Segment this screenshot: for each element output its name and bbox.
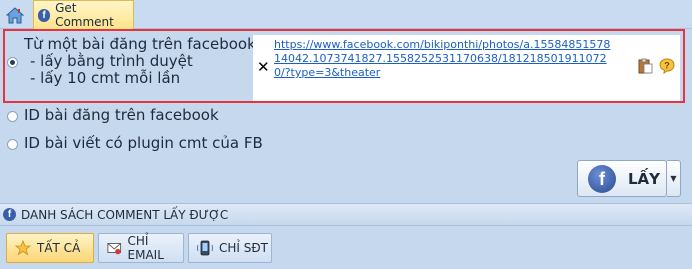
svg-text:?: ? <box>664 61 670 71</box>
filter-phone-button[interactable]: CHỈ SĐT <box>188 233 272 263</box>
comment-list-header: f DANH SÁCH COMMENT LẤY ĐƯỢC <box>0 203 692 226</box>
option-line-1: Từ một bài đăng trên facebook <box>24 35 256 53</box>
get-comments-dropdown[interactable]: ▼ <box>667 160 681 197</box>
get-comments-button[interactable]: f LẤY <box>577 160 667 197</box>
filter-all-label: TẤT CẢ <box>37 241 81 255</box>
source-panel: Từ một bài đăng trên facebook - lấy bằng… <box>0 29 692 203</box>
post-url-input[interactable]: https://www.facebook.com/bikiponthi/phot… <box>253 35 680 101</box>
facebook-icon: f <box>3 208 16 221</box>
clear-url-button[interactable]: ✕ <box>257 58 270 76</box>
tab-get-comment[interactable]: f Get Comment <box>33 0 134 29</box>
ribbon-tabstrip: f Get Comment <box>0 0 692 29</box>
option-line-2: - lấy bằng trình duyệt <box>30 52 193 70</box>
filter-toolbar: TẤT CẢ CHỈ EMAIL CHỈ SĐT <box>0 227 692 269</box>
home-button[interactable] <box>4 5 26 25</box>
radio-plugin-post-id[interactable] <box>7 139 18 150</box>
radio-from-post-url[interactable] <box>7 57 18 68</box>
option-plugin-post-id-label[interactable]: ID bài viết có plugin cmt của FB <box>24 135 263 152</box>
option-line-3: - lấy 10 cmt mỗi lần <box>30 69 181 87</box>
phone-icon <box>197 240 213 256</box>
section-title: DANH SÁCH COMMENT LẤY ĐƯỢC <box>21 207 229 222</box>
email-icon <box>107 243 122 255</box>
filter-email-button[interactable]: CHỈ EMAIL <box>98 233 184 263</box>
facebook-icon: f <box>38 8 51 22</box>
facebook-icon: f <box>588 164 616 193</box>
filter-email-label: CHỈ EMAIL <box>127 234 164 262</box>
filter-phone-label: CHỈ SĐT <box>219 241 269 255</box>
option-post-id-label[interactable]: ID bài đăng trên facebook <box>24 107 219 124</box>
filter-all-button[interactable]: TẤT CẢ <box>6 233 94 263</box>
get-comments-label: LẤY <box>628 169 661 188</box>
post-url-link[interactable]: https://www.facebook.com/bikiponthi/phot… <box>274 38 612 80</box>
help-icon[interactable]: ? <box>659 58 675 74</box>
home-icon <box>6 6 24 23</box>
radio-post-id[interactable] <box>7 111 18 122</box>
star-icon <box>15 240 31 256</box>
chevron-down-icon: ▼ <box>670 174 677 183</box>
tab-label: Get Comment <box>55 1 114 29</box>
option-from-post-url-label[interactable]: Từ một bài đăng trên facebook - lấy bằng… <box>24 36 256 87</box>
paste-icon[interactable] <box>637 58 653 74</box>
